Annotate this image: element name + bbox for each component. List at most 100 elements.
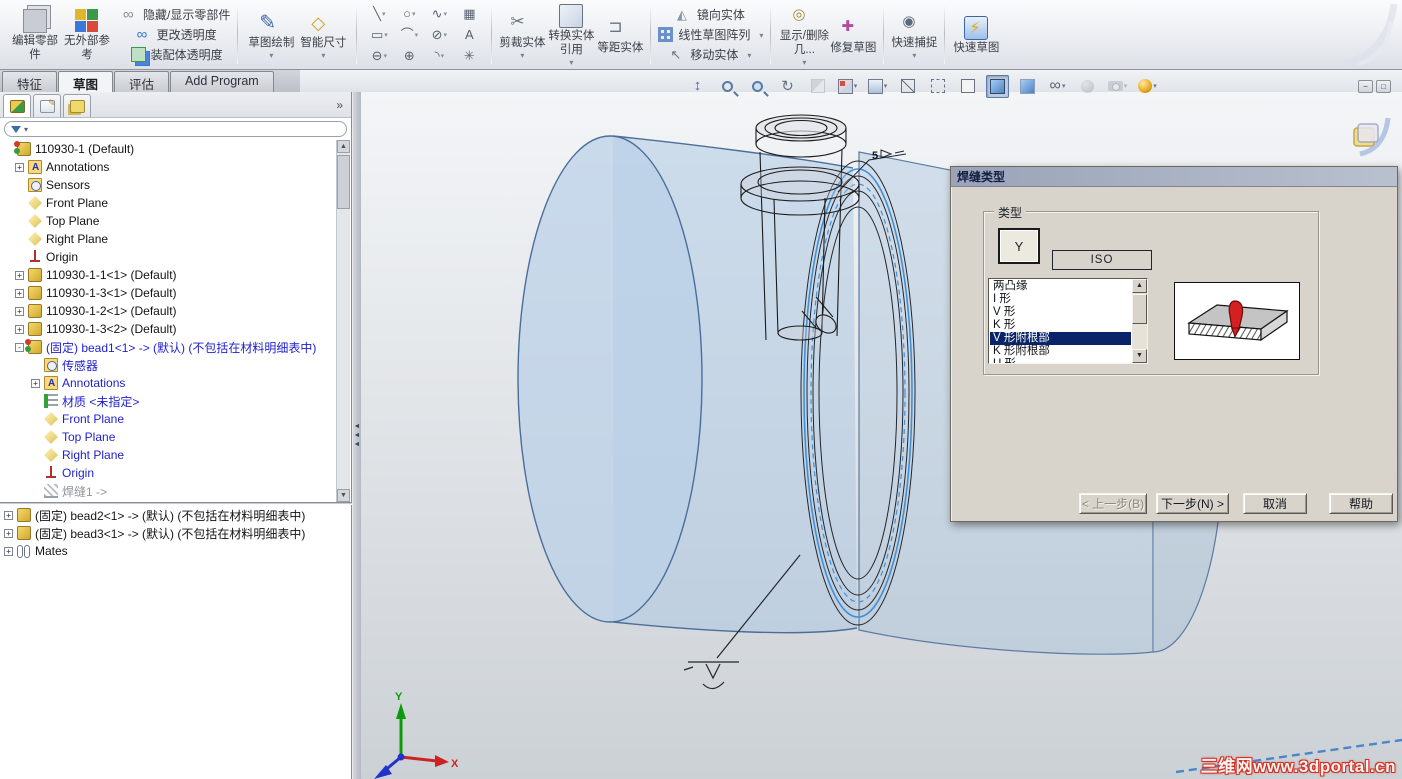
panel-splitter[interactable]: ◄ ◄ ◄: [353, 92, 361, 779]
tree-item[interactable]: Top Plane: [0, 428, 336, 446]
quick-snaps-button[interactable]: 快速捕捉 ▾: [891, 9, 937, 60]
tree-item[interactable]: 110930-1 (Default): [0, 140, 336, 158]
assembly-transparency-button[interactable]: 装配体透明度: [130, 46, 223, 63]
tree-item[interactable]: Right Plane: [0, 230, 336, 248]
tab-configurationmanager[interactable]: [63, 94, 91, 117]
edit-component-button[interactable]: 编辑零部件: [9, 7, 61, 61]
linear-pattern-dropdown-caret[interactable]: ▾: [759, 31, 763, 40]
quick-snaps-dropdown-caret[interactable]: ▾: [912, 51, 916, 60]
trim-dropdown-caret[interactable]: ▾: [520, 51, 524, 60]
tree-item[interactable]: Right Plane: [0, 446, 336, 464]
weld-type-option[interactable]: V 形附根部: [990, 332, 1131, 345]
expand-toggle[interactable]: +: [4, 546, 13, 556]
offset-entities-button[interactable]: 等距实体: [597, 14, 643, 55]
viewbar-button[interactable]: [956, 75, 979, 98]
tree-item[interactable]: Top Plane: [0, 212, 336, 230]
sketch-tool-button[interactable]: ▦: [454, 6, 484, 21]
sketch-tool-button[interactable]: ⌒ ▾: [394, 27, 424, 42]
weld-type-option[interactable]: K 形: [990, 319, 1131, 332]
smart-dimension-dropdown-caret[interactable]: ▾: [321, 51, 325, 60]
convert-dropdown-caret[interactable]: ▾: [569, 58, 573, 67]
expand-toggle[interactable]: +: [31, 378, 40, 388]
tree-item[interactable]: - (固定) bead1<1> -> (默认) (不包括在材料明细表中): [0, 338, 336, 356]
tree-scrollbar[interactable]: ▲ ▼: [336, 140, 350, 502]
expand-toggle[interactable]: +: [15, 288, 24, 298]
weld-type-option[interactable]: 两凸缘: [990, 280, 1131, 293]
tree-item[interactable]: + (固定) bead3<1> -> (默认) (不包括在材料明细表中): [0, 524, 336, 542]
convert-entities-button[interactable]: 转换实体引用 ▾: [545, 2, 597, 67]
scroll-thumb[interactable]: [337, 155, 350, 209]
scroll-down-arrow[interactable]: ▼: [1132, 349, 1147, 363]
repair-sketch-button[interactable]: 修复草图: [830, 14, 876, 55]
sketch-tool-button[interactable]: ∿ ▾: [424, 6, 454, 21]
expand-toggle[interactable]: +: [4, 528, 13, 538]
viewbar-button[interactable]: ▾: [1046, 75, 1069, 98]
viewbar-button[interactable]: [896, 75, 919, 98]
viewbar-button[interactable]: [746, 75, 769, 98]
viewbar-button[interactable]: ▾: [1106, 75, 1129, 98]
sketch-tool-button[interactable]: ✳: [454, 48, 484, 63]
expand-toggle[interactable]: +: [15, 324, 24, 334]
weld-type-option[interactable]: V 形: [990, 306, 1131, 319]
tree-split-divider[interactable]: [0, 502, 352, 505]
scroll-up-arrow[interactable]: ▲: [337, 140, 350, 153]
trim-entities-button[interactable]: 剪裁实体 ▾: [499, 9, 545, 60]
display-delete-relations-button[interactable]: 显示/删除几... ▾: [778, 2, 830, 66]
viewbar-button[interactable]: [776, 75, 799, 98]
commandmanager-tab[interactable]: 评估: [114, 71, 170, 92]
tree-item[interactable]: 材质 <未指定>: [0, 392, 336, 410]
viewbar-button[interactable]: [716, 75, 739, 98]
expand-toggle[interactable]: +: [15, 162, 24, 172]
tree-item[interactable]: + Annotations: [0, 374, 336, 392]
sketch-tool-button[interactable]: A: [454, 27, 484, 42]
tree-item[interactable]: 焊缝1 ->: [0, 482, 336, 500]
tree-item[interactable]: + 110930-1-2<1> (Default): [0, 302, 336, 320]
tree-item[interactable]: Front Plane: [0, 194, 336, 212]
dialog-title-bar[interactable]: 焊缝类型: [951, 167, 1397, 187]
tree-item[interactable]: + Mates: [0, 542, 336, 560]
viewbar-button[interactable]: [926, 75, 949, 98]
tree-item[interactable]: + (固定) bead2<1> -> (默认) (不包括在材料明细表中): [0, 506, 336, 524]
cancel-button[interactable]: 取消: [1243, 493, 1307, 514]
viewbar-button[interactable]: [1076, 75, 1099, 98]
restore-document-button[interactable]: □: [1376, 80, 1391, 93]
no-external-references-button[interactable]: 无外部参考: [61, 7, 113, 61]
smart-dimension-button[interactable]: 智能尺寸 ▾: [297, 9, 349, 60]
commandmanager-tab[interactable]: 特征: [2, 71, 58, 92]
commandmanager-tab[interactable]: Add Program: [170, 71, 274, 92]
tree-item[interactable]: 传感器: [0, 356, 336, 374]
viewbar-button[interactable]: [986, 74, 1009, 98]
sketch-tool-button[interactable]: ◝ ▾: [424, 48, 454, 63]
tree-item[interactable]: Sensors: [0, 176, 336, 194]
filter-dropdown-caret[interactable]: ▾: [24, 125, 28, 134]
viewbar-button[interactable]: ▾: [836, 75, 859, 98]
weld-type-option[interactable]: I 形: [990, 293, 1131, 306]
sketch-tool-button[interactable]: ⊖ ▾: [364, 48, 394, 63]
mirror-entities-button[interactable]: 镜向实体: [677, 6, 745, 23]
weld-symbol-button[interactable]: Y: [998, 228, 1040, 264]
viewbar-button[interactable]: [1016, 75, 1039, 98]
scroll-thumb[interactable]: [1132, 294, 1147, 324]
panel-flyout-button[interactable]: »: [336, 98, 343, 112]
tree-item[interactable]: Origin: [0, 248, 336, 266]
weld-type-option[interactable]: K 形附根部: [990, 345, 1131, 358]
tree-item[interactable]: + 110930-1-3<1> (Default): [0, 284, 336, 302]
display-delete-dropdown-caret[interactable]: ▾: [802, 58, 806, 67]
viewbar-button[interactable]: ▾: [866, 75, 889, 98]
sketch-tool-button[interactable]: ⊕: [394, 48, 424, 63]
tree-item[interactable]: Front Plane: [0, 410, 336, 428]
viewbar-button[interactable]: [806, 75, 829, 98]
sketch-tool-button[interactable]: ⊘ ▾: [424, 27, 454, 42]
weld-standard-box[interactable]: ISO: [1052, 250, 1152, 270]
sketch-tool-button[interactable]: ▭ ▾: [364, 27, 394, 42]
viewbar-button[interactable]: [686, 75, 709, 98]
hide-show-components-button[interactable]: 隐藏/显示零部件: [123, 6, 230, 23]
help-button[interactable]: 帮助: [1329, 493, 1393, 514]
scroll-down-arrow[interactable]: ▼: [337, 489, 350, 502]
commandmanager-tab[interactable]: 草图: [58, 71, 114, 92]
rapid-sketch-button[interactable]: 快速草图: [952, 14, 1000, 55]
scroll-up-arrow[interactable]: ▲: [1132, 279, 1147, 293]
linear-sketch-pattern-button[interactable]: 线性草图阵列 ▾: [658, 26, 763, 43]
tree-item[interactable]: + 110930-1-1<1> (Default): [0, 266, 336, 284]
weld-type-option[interactable]: U 形: [990, 358, 1131, 363]
